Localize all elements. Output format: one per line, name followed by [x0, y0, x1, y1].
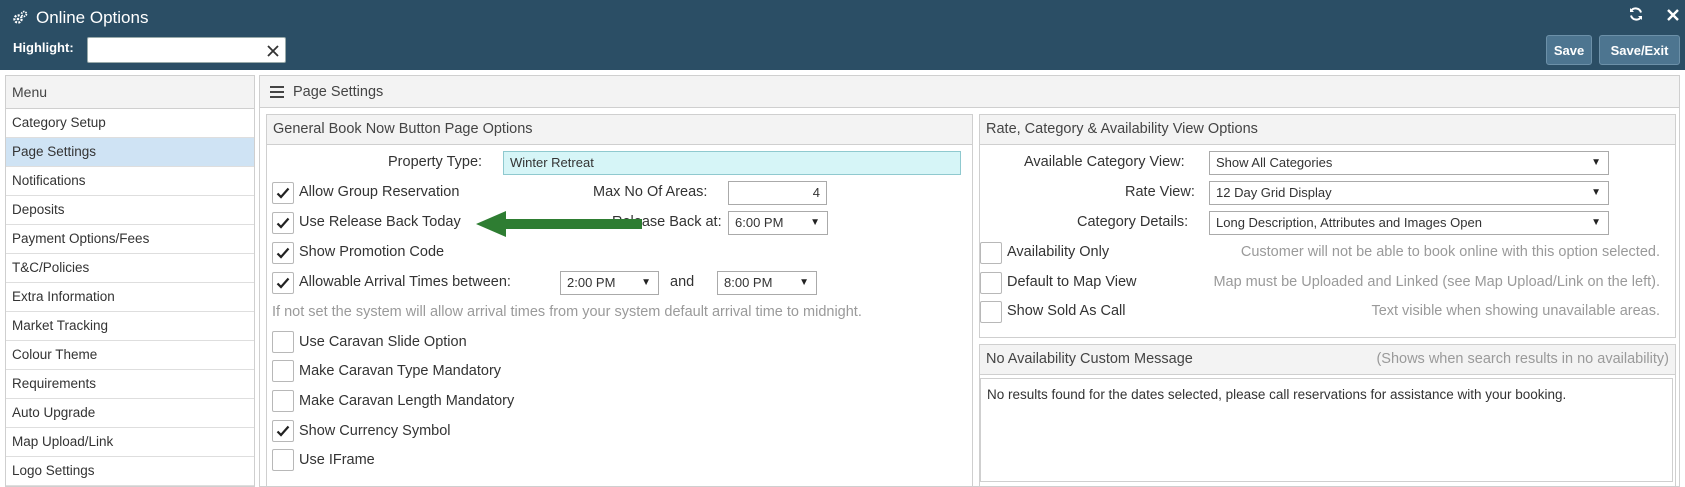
arrival-times-checkbox[interactable] [272, 272, 294, 294]
allow-group-checkbox[interactable] [272, 182, 294, 204]
save-exit-button[interactable]: Save/Exit [1599, 35, 1680, 65]
window-title: Online Options [36, 8, 149, 27]
map-view-label: Default to Map View [1007, 274, 1137, 290]
rate-options-title: Rate, Category & Availability View Optio… [980, 115, 1675, 145]
rate-view-label: Rate View: [1125, 184, 1195, 200]
availability-only-hint: Customer will not be able to book online… [1240, 244, 1660, 260]
currency-symbol-label: Show Currency Symbol [299, 423, 451, 439]
highlight-label: Highlight: [13, 40, 74, 55]
rate-view-select[interactable]: 12 Day Grid Display ▼ [1209, 181, 1609, 205]
map-view-hint: Map must be Uploaded and Linked (see Map… [1213, 274, 1660, 290]
category-details-select[interactable]: Long Description, Attributes and Images … [1209, 211, 1609, 235]
dropdown-arrow-icon: ▼ [810, 217, 820, 228]
no-availability-message-textarea[interactable]: No results found for the dates selected,… [980, 378, 1673, 482]
show-promo-checkbox[interactable] [272, 242, 294, 264]
no-availability-hint: (Shows when search results in no availab… [1376, 351, 1669, 367]
category-view-select[interactable]: Show All Categories ▼ [1209, 151, 1609, 175]
checkmark-icon [276, 214, 290, 233]
sidebar-menu: Menu Category Setup Page Settings Notifi… [5, 75, 255, 487]
no-availability-header: No Availability Custom Message (Shows wh… [980, 345, 1675, 375]
main-header: Page Settings [260, 76, 1679, 108]
sidebar-item-payment-options[interactable]: Payment Options/Fees [6, 225, 254, 254]
page-title: Page Settings [293, 83, 384, 100]
sidebar-item-page-settings[interactable]: Page Settings [6, 138, 254, 167]
sidebar-item-map-upload[interactable]: Map Upload/Link [6, 428, 254, 457]
category-details-value: Long Description, Attributes and Images … [1216, 215, 1482, 230]
caravan-slide-checkbox[interactable] [272, 331, 294, 353]
allow-group-label: Allow Group Reservation [299, 184, 460, 200]
sidebar-item-colour-theme[interactable]: Colour Theme [6, 341, 254, 370]
save-button[interactable]: Save [1546, 35, 1592, 65]
arrival-hint: If not set the system will allow arrival… [272, 304, 862, 320]
title-bar: Online Options Highlight: Save Save/Exit [0, 0, 1685, 70]
no-availability-title: No Availability Custom Message [986, 351, 1193, 367]
gears-icon [12, 10, 28, 26]
caravan-length-checkbox[interactable] [272, 390, 294, 412]
dropdown-arrow-icon: ▼ [799, 277, 809, 288]
arrival-times-label: Allowable Arrival Times between: [299, 274, 511, 290]
max-areas-label: Max No Of Areas: [593, 184, 708, 200]
use-iframe-label: Use IFrame [299, 452, 375, 468]
arrival-to-select[interactable]: 8:00 PM ▼ [717, 271, 817, 295]
rate-view-value: 12 Day Grid Display [1216, 185, 1332, 200]
sidebar-item-category-setup[interactable]: Category Setup [6, 109, 254, 138]
sidebar-item-notifications[interactable]: Notifications [6, 167, 254, 196]
release-back-select[interactable]: 6:00 PM ▼ [728, 211, 828, 235]
sold-as-call-label: Show Sold As Call [1007, 303, 1126, 319]
sidebar-item-extra-information[interactable]: Extra Information [6, 283, 254, 312]
caravan-type-label: Make Caravan Type Mandatory [299, 363, 502, 379]
show-promo-label: Show Promotion Code [299, 244, 445, 260]
arrival-from-select[interactable]: 2:00 PM ▼ [560, 271, 659, 295]
arrival-from-value: 2:00 PM [567, 275, 616, 290]
map-view-checkbox[interactable] [980, 272, 1002, 294]
max-areas-input[interactable]: 4 [728, 181, 827, 205]
checkmark-icon [276, 184, 290, 203]
sold-as-call-checkbox[interactable] [980, 301, 1002, 323]
category-view-label: Available Category View: [1024, 154, 1185, 170]
use-release-checkbox[interactable] [272, 212, 294, 234]
close-icon [1666, 7, 1680, 26]
checkmark-icon [276, 422, 290, 441]
availability-only-checkbox[interactable] [980, 242, 1002, 264]
availability-only-label: Availability Only [1007, 244, 1110, 260]
highlight-input[interactable] [88, 38, 258, 62]
checkmark-icon [276, 274, 290, 293]
general-options-title: General Book Now Button Page Options [267, 115, 972, 145]
menu-title: Menu [6, 76, 254, 109]
close-window-button[interactable] [1663, 6, 1683, 26]
arrival-to-value: 8:00 PM [724, 275, 773, 290]
property-type-input[interactable]: Winter Retreat [503, 151, 961, 175]
clear-icon[interactable] [266, 43, 280, 57]
dropdown-arrow-icon: ▼ [1591, 157, 1601, 168]
caravan-slide-label: Use Caravan Slide Option [299, 334, 467, 350]
checkmark-icon [276, 244, 290, 263]
dropdown-arrow-icon: ▼ [1591, 187, 1601, 198]
hamburger-icon [270, 85, 284, 98]
sidebar-item-auto-upgrade[interactable]: Auto Upgrade [6, 399, 254, 428]
arrival-and-label: and [670, 274, 695, 290]
refresh-icon [1628, 6, 1644, 26]
dropdown-arrow-icon: ▼ [641, 277, 651, 288]
sidebar-item-tc-policies[interactable]: T&C/Policies [6, 254, 254, 283]
sold-as-call-hint: Text visible when showing unavailable ar… [1371, 303, 1660, 319]
refresh-button[interactable] [1626, 6, 1646, 26]
use-release-label: Use Release Back Today [299, 214, 461, 230]
annotation-arrow-icon [476, 210, 646, 242]
currency-symbol-checkbox[interactable] [272, 420, 294, 442]
sidebar-item-logo-settings[interactable]: Logo Settings [6, 457, 254, 486]
category-view-value: Show All Categories [1216, 155, 1333, 170]
window-title-group: Online Options [12, 6, 148, 30]
property-type-label: Property Type: [388, 154, 483, 170]
category-details-label: Category Details: [1077, 214, 1189, 230]
use-iframe-checkbox[interactable] [272, 449, 294, 471]
sidebar-item-deposits[interactable]: Deposits [6, 196, 254, 225]
sidebar-item-requirements[interactable]: Requirements [6, 370, 254, 399]
caravan-type-checkbox[interactable] [272, 360, 294, 382]
release-back-value: 6:00 PM [735, 215, 784, 230]
caravan-length-label: Make Caravan Length Mandatory [299, 393, 515, 409]
dropdown-arrow-icon: ▼ [1591, 217, 1601, 228]
sidebar-item-market-tracking[interactable]: Market Tracking [6, 312, 254, 341]
highlight-field [87, 37, 286, 63]
